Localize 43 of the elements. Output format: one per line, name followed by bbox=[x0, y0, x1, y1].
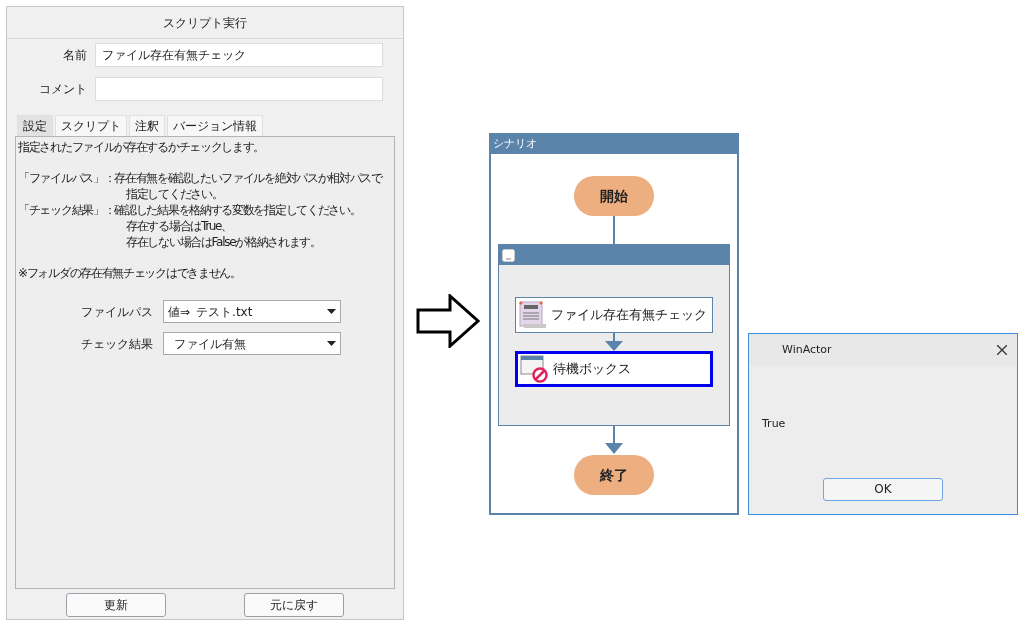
dropdown-caret-icon bbox=[327, 341, 336, 346]
dropdown-caret-icon bbox=[327, 309, 336, 314]
dialog-title: WinActor bbox=[782, 341, 833, 358]
tab[interactable]: バージョン情報 bbox=[167, 115, 263, 136]
dropdown[interactable]: ファイル有無 bbox=[163, 332, 341, 355]
ok-button[interactable]: OK bbox=[823, 477, 943, 501]
action-node[interactable]: 待機ボックス bbox=[515, 351, 713, 387]
script-document-icon bbox=[518, 300, 548, 330]
text-field[interactable]: ファイル存在有無チェック bbox=[95, 43, 383, 67]
close-icon[interactable] bbox=[997, 345, 1007, 355]
tab[interactable]: 設定 bbox=[17, 115, 53, 136]
panel-button[interactable]: 更新 bbox=[66, 593, 166, 617]
node-label: 待機ボックス bbox=[553, 360, 631, 379]
dropdown-value: ファイル有無 bbox=[173, 335, 247, 353]
field-label: コメント bbox=[38, 81, 88, 98]
description-text: ※フォルダの存在有無チェックはできません。 bbox=[18, 265, 241, 281]
end-node: 終了 bbox=[574, 455, 654, 495]
tab[interactable]: 注釈 bbox=[129, 115, 165, 136]
description-text: 指定してください。 bbox=[125, 186, 223, 202]
dropdown[interactable]: 値⇒ テスト.txt bbox=[163, 300, 341, 323]
scenario-title-bar: シナリオ bbox=[491, 135, 737, 154]
outline-right-arrow-icon bbox=[416, 294, 480, 348]
start-node: 開始 bbox=[574, 176, 654, 216]
setting-label: チェック結果 bbox=[80, 335, 154, 353]
node-label: ファイル存在有無チェック bbox=[551, 306, 707, 325]
field-label: 名前 bbox=[62, 47, 88, 64]
tab[interactable]: スクリプト bbox=[55, 115, 127, 136]
panel-title: スクリプト実行 bbox=[7, 7, 403, 39]
description-text: 「ファイルパス」：存在有無を確認したいファイルを絶対パスか相対パスで bbox=[18, 170, 382, 186]
panel-button[interactable]: 元に戻す bbox=[244, 593, 344, 617]
minimize-icon[interactable] bbox=[502, 248, 515, 262]
dropdown-value: テスト.txt bbox=[196, 303, 254, 321]
setting-label: ファイルパス bbox=[80, 303, 154, 321]
description-text: 指定されたファイルが存在するかチェックします。 bbox=[18, 139, 265, 155]
description-text: 「チェック結果」：確認した結果を格納する変数を指定してください。 bbox=[18, 202, 361, 218]
text-field[interactable] bbox=[95, 77, 383, 101]
value-prefix: 値⇒ bbox=[168, 303, 191, 321]
window-prohibited-icon bbox=[520, 354, 550, 384]
description-text: 存在しない場合はFalseが格納されます。 bbox=[125, 234, 321, 250]
action-node[interactable]: ファイル存在有無チェック bbox=[515, 297, 713, 333]
description-text: 存在する場合はTrue、 bbox=[125, 218, 232, 234]
dialog-message: True bbox=[762, 416, 787, 432]
connector-arrow bbox=[604, 333, 624, 351]
